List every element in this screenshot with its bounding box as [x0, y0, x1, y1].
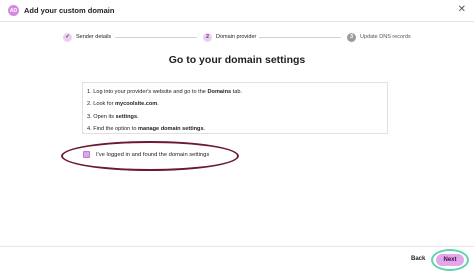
check-icon: ✓ — [63, 32, 72, 42]
instruction-item: 1. Log into your provider's website and … — [87, 86, 387, 98]
close-icon[interactable]: ✕ — [458, 4, 466, 16]
step-label: Domain provider — [216, 34, 257, 40]
footer-divider — [0, 246, 474, 247]
step-number: 3 — [347, 32, 356, 42]
instruction-text: . — [137, 113, 139, 120]
instruction-text: 3. Open its — [87, 113, 116, 120]
instructions-box: 1. Log into your provider's website and … — [82, 82, 388, 134]
progress-stepper: ✓ Sender details 2 Domain provider 3 Upd… — [63, 31, 415, 43]
confirm-checkbox-row[interactable]: I've logged in and found the domain sett… — [83, 151, 209, 158]
instruction-item: 4. Find the option to manage domain sett… — [87, 123, 387, 135]
instruction-item: 3. Open its settings. — [87, 111, 387, 123]
page-title: Go to your domain settings — [168, 54, 306, 66]
back-button[interactable]: Back — [411, 256, 425, 262]
app-logo: AD — [8, 5, 19, 16]
step-number: 2 — [203, 32, 212, 42]
instruction-text: 2. Look for — [87, 101, 115, 108]
stepper-connector — [259, 36, 341, 38]
next-button[interactable]: Next — [436, 254, 464, 266]
confirm-checkbox-label[interactable]: I've logged in and found the domain sett… — [96, 152, 209, 158]
confirm-checkbox[interactable] — [83, 151, 90, 158]
instruction-highlight: manage domain settings — [138, 126, 204, 133]
step-sender-details: ✓ Sender details — [63, 31, 111, 43]
dialog-header: AD Add your custom domain ✕ — [0, 0, 474, 22]
stepper-connector — [115, 36, 197, 38]
instruction-text: 1. Log into your provider's website and … — [87, 89, 208, 95]
step-label: Update DNS records — [360, 34, 411, 40]
instruction-highlight: mycoolsite.com — [115, 101, 158, 108]
step-label: Sender details — [76, 34, 112, 40]
step-update-dns: 3 Update DNS records — [347, 31, 411, 43]
instruction-highlight: settings — [115, 113, 138, 120]
instruction-text: 4. Find the option to — [87, 126, 138, 133]
instruction-text: . — [157, 101, 159, 108]
dialog-title: Add your custom domain — [24, 6, 115, 15]
instruction-list: 1. Log into your provider's website and … — [87, 86, 387, 136]
instruction-item: 2. Look for mycoolsite.com. — [87, 98, 387, 110]
instruction-text: . — [203, 126, 206, 133]
instruction-text: tab. — [231, 89, 242, 95]
instruction-highlight: Domains — [207, 89, 232, 95]
step-domain-provider: 2 Domain provider — [203, 31, 256, 43]
